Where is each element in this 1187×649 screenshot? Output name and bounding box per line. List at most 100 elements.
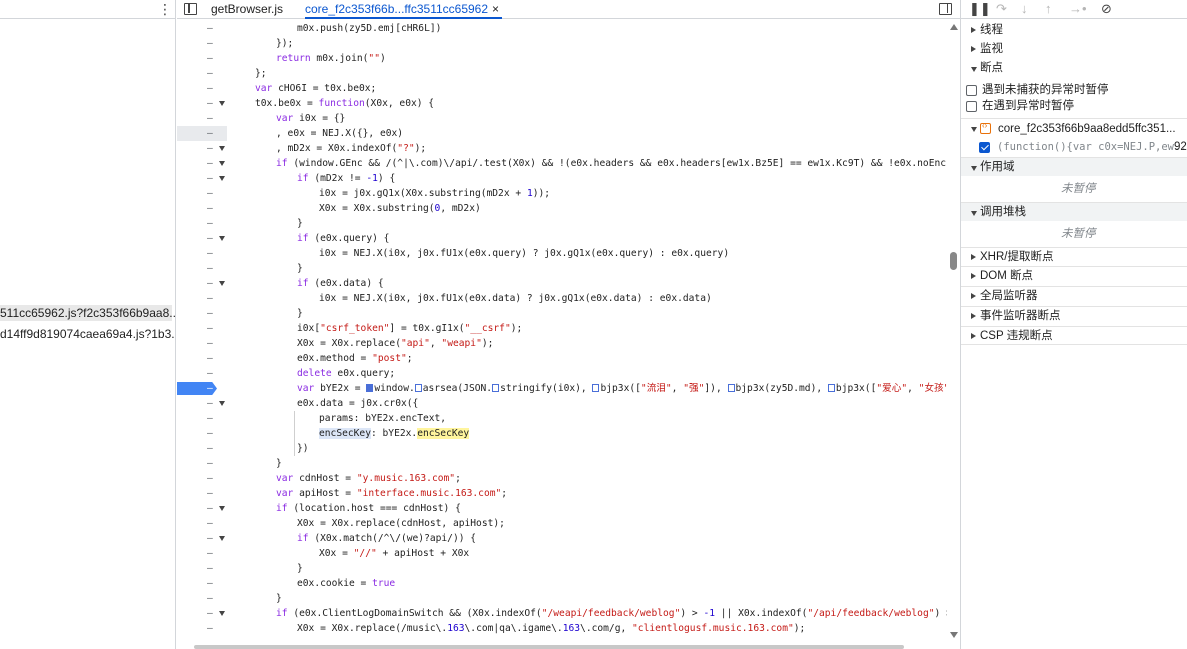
code-line[interactable]: – i0x["csrf_token"] = t0x.gI1x("__csrf"); [177, 321, 947, 336]
line-gutter[interactable]: – [177, 516, 227, 531]
toggle-navigator-icon[interactable] [184, 3, 197, 15]
line-gutter[interactable]: – [177, 81, 227, 96]
code-line[interactable]: – var bYE2x = window. asrsea(JSON. stringif… [177, 381, 947, 396]
line-gutter[interactable]: – [177, 471, 227, 486]
code-line[interactable]: – delete e0x.query; [177, 366, 947, 381]
fold-arrow-icon[interactable] [219, 281, 225, 286]
code-line[interactable]: – t0x.be0x = function(X0x, e0x) { [177, 96, 947, 111]
line-gutter[interactable]: – [177, 426, 227, 441]
pause-icon[interactable]: ❚❚ [969, 2, 991, 16]
code-line[interactable]: – encSecKey: bYE2x.encSecKey [177, 426, 947, 441]
breakpoint-checkbox[interactable] [979, 142, 990, 153]
line-gutter[interactable]: – [177, 621, 227, 636]
code-line[interactable]: –} [177, 591, 947, 606]
line-gutter[interactable]: – [177, 216, 227, 231]
code-line[interactable]: – i0x = NEJ.X(i0x, j0x.fU1x(e0x.query) ? … [177, 246, 947, 261]
line-gutter[interactable]: – [177, 276, 227, 291]
fold-arrow-icon[interactable] [219, 161, 225, 166]
line-gutter[interactable]: – [177, 576, 227, 591]
code-line[interactable]: –}) [177, 441, 947, 456]
step-over-icon[interactable]: ↷ [996, 2, 1007, 16]
section-call-stack[interactable]: 调用堆栈 [961, 202, 1187, 221]
line-gutter[interactable]: – [177, 561, 227, 576]
fold-arrow-icon[interactable] [219, 401, 225, 406]
code-line[interactable]: – var cdnHost = "y.music.163.com"; [177, 471, 947, 486]
section-csp-breakpoints[interactable]: CSP 违规断点 [961, 326, 1187, 345]
line-gutter[interactable]: – [177, 396, 227, 411]
code-line[interactable]: – i0x = j0x.gQ1x(X0x.substring(mD2x + 1))… [177, 186, 947, 201]
line-gutter[interactable]: – [177, 486, 227, 501]
code-line[interactable]: – , e0x = NEJ.X({}, e0x) [177, 126, 947, 141]
step-out-icon[interactable]: ↑ [1045, 2, 1052, 16]
line-gutter[interactable]: – [177, 306, 227, 321]
close-icon[interactable]: × [492, 2, 499, 16]
code-line[interactable]: –} [177, 261, 947, 276]
vertical-scrollbar[interactable] [947, 20, 960, 649]
code-line[interactable]: – if (location.host === cdnHost) { [177, 501, 947, 516]
line-gutter[interactable]: – [177, 261, 227, 276]
code-line[interactable]: –} [177, 306, 947, 321]
code-line[interactable]: – if (e0x.query) { [177, 231, 947, 246]
line-gutter[interactable]: – [177, 36, 227, 51]
line-gutter[interactable]: – [177, 321, 227, 336]
toggle-debugger-icon[interactable] [939, 3, 952, 15]
line-gutter[interactable]: – [177, 96, 227, 111]
line-gutter[interactable]: – [177, 441, 227, 456]
code-line[interactable]: – var apiHost = "interface.music.163.com"… [177, 486, 947, 501]
deactivate-breakpoints-icon[interactable]: ⊘ [1101, 2, 1112, 16]
line-gutter[interactable]: – [177, 531, 227, 546]
line-gutter[interactable]: – [177, 336, 227, 351]
pause-caught-checkbox[interactable] [966, 101, 977, 112]
file-item[interactable]: d14ff9d819074caea69a4.js?1b3... [0, 326, 175, 342]
code-line[interactable]: – e0x.data = j0x.cr0x({ [177, 396, 947, 411]
line-gutter[interactable]: – [177, 201, 227, 216]
code-line[interactable]: –} [177, 561, 947, 576]
code-line[interactable]: – params: bYE2x.encText, [177, 411, 947, 426]
fold-arrow-icon[interactable] [219, 146, 225, 151]
file-item[interactable]: 511cc65962.js?f2c353f66b9aa8... [0, 305, 175, 321]
code-line[interactable]: – if (window.GEnc && /(^|\.com)\/api/.tes… [177, 156, 947, 171]
pause-uncaught-checkbox[interactable] [966, 85, 977, 96]
line-gutter[interactable]: – [177, 501, 227, 516]
line-gutter[interactable]: – [177, 546, 227, 561]
tab-getbrowser[interactable]: getBrowser.js [211, 0, 283, 19]
section-breakpoints[interactable]: 断点 [961, 59, 1187, 78]
step-icon[interactable]: →• [1069, 2, 1087, 16]
line-gutter[interactable]: – [177, 231, 227, 246]
code-line[interactable]: – X0x = "//" + apiHost + X0x [177, 546, 947, 561]
line-gutter[interactable]: – [177, 456, 227, 471]
section-threads[interactable]: 线程 [961, 21, 1187, 40]
code-line[interactable]: – m0x.push(zy5D.emj[cHR6L]) [177, 21, 947, 36]
section-event-listener-breakpoints[interactable]: 事件监听器断点 [961, 306, 1187, 325]
code-line[interactable]: –}; [177, 66, 947, 81]
line-gutter[interactable]: – [177, 171, 227, 186]
tab-core-file[interactable]: core_f2c353f66b...ffc3511cc65962 × [305, 0, 503, 19]
section-watch[interactable]: 监视 [961, 40, 1187, 59]
scrollbar-thumb[interactable] [950, 252, 957, 270]
line-gutter[interactable]: – [177, 126, 227, 141]
code-line[interactable]: – X0x = X0x.replace(cdnHost, apiHost); [177, 516, 947, 531]
fold-arrow-icon[interactable] [219, 536, 225, 541]
line-gutter[interactable]: – [177, 366, 227, 381]
code-line[interactable]: – e0x.cookie = true [177, 576, 947, 591]
horizontal-scrollbar[interactable] [194, 645, 904, 649]
code-line[interactable]: – if (X0x.match(/^\/(we)?api/)) { [177, 531, 947, 546]
line-gutter[interactable]: – [177, 141, 227, 156]
breakpoint-code[interactable]: (function(){var c0x=NEJ.P,ew... [997, 139, 1187, 155]
section-scope[interactable]: 作用域 [961, 157, 1187, 176]
line-gutter[interactable]: – [177, 606, 227, 621]
line-gutter[interactable]: – [177, 351, 227, 366]
line-gutter[interactable]: – [177, 156, 227, 171]
code-line[interactable]: – i0x = NEJ.X(i0x, j0x.fU1x(e0x.data) ? j… [177, 291, 947, 306]
code-line[interactable]: – if (e0x.ClientLogDomainSwitch && (X0x.i… [177, 606, 947, 621]
code-line[interactable]: – var i0x = {} [177, 111, 947, 126]
step-into-icon[interactable]: ↓ [1021, 2, 1028, 16]
line-gutter[interactable]: – [177, 21, 227, 36]
fold-arrow-icon[interactable] [219, 176, 225, 181]
code-line[interactable]: – X0x = X0x.substring(0, mD2x) [177, 201, 947, 216]
line-gutter[interactable]: – [177, 66, 227, 81]
more-options-icon[interactable]: ⋮ [158, 2, 172, 16]
line-gutter[interactable]: – [177, 246, 227, 261]
line-gutter[interactable]: – [177, 591, 227, 606]
code-line[interactable]: –}); [177, 36, 947, 51]
